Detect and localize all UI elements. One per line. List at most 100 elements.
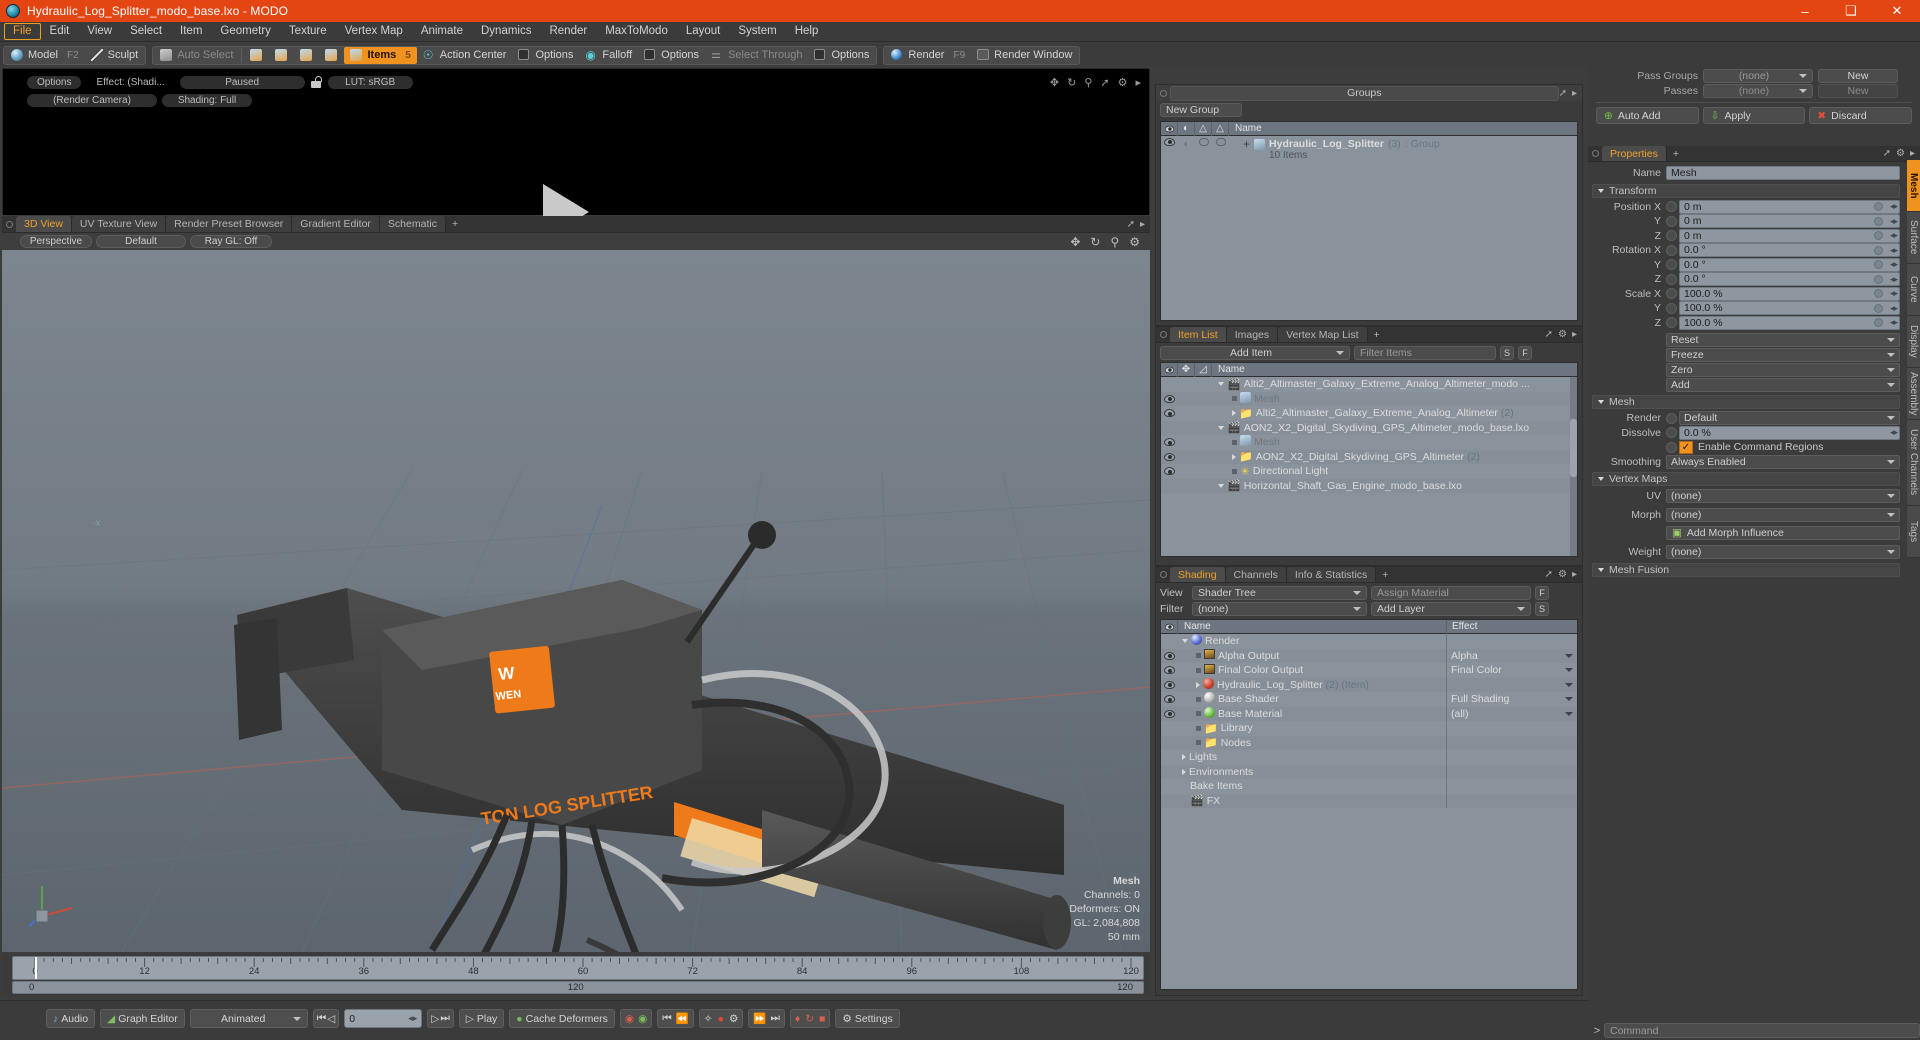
chevron-down-icon[interactable] [1218, 382, 1224, 387]
tab-info-statistics[interactable]: Info & Statistics [1286, 567, 1377, 582]
add-morph-influence-button[interactable]: ▣ Add Morph Influence [1666, 526, 1900, 541]
menu-layout[interactable]: Layout [677, 23, 730, 40]
row-visibility-toggle[interactable] [1161, 680, 1178, 689]
menu-view[interactable]: View [78, 23, 121, 40]
add-tab-button[interactable]: + [1376, 567, 1394, 582]
spinner-icon[interactable]: ◂▸ [1890, 274, 1898, 285]
toolbar-polygon-button[interactable] [294, 47, 319, 64]
tab-uv-texture-view[interactable]: UV Texture View [71, 216, 167, 232]
chevron-down-icon[interactable] [1565, 653, 1573, 658]
step-forward-icon[interactable]: ▷ [431, 1013, 439, 1025]
row-visibility-toggle[interactable] [1161, 695, 1178, 704]
transform-input[interactable]: 0 m ◂▸ [1679, 199, 1900, 214]
viewport-zoom-icon[interactable]: ⚲ [1110, 235, 1119, 249]
preview-shading-button[interactable]: Shading: Full [162, 94, 252, 107]
pan-icon[interactable]: ✥ [1050, 76, 1059, 89]
item-list-tree[interactable]: ✥ ◿ Name 🎬 Alti2_Altimaster_Galaxy_Extrem… [1160, 362, 1578, 557]
menu-render[interactable]: Render [540, 23, 596, 40]
row-visibility-toggle[interactable] [1161, 651, 1178, 660]
viewport-rotate-icon[interactable]: ↻ [1090, 235, 1100, 249]
add-item-dropdown[interactable]: Add Item [1160, 346, 1350, 360]
key-group-3[interactable]: ✧ ● ⚙ [698, 1009, 744, 1028]
shading-s-button[interactable]: S [1535, 602, 1549, 616]
item-list-row[interactable]: 🎬 Horizontal_Shaft_Gas_Engine_modo_base.l… [1161, 478, 1577, 493]
menu-texture[interactable]: Texture [280, 23, 336, 40]
toolbar-options-button[interactable]: Options [512, 47, 579, 64]
menu-maxtomodo[interactable]: MaxToModo [596, 23, 677, 40]
effect-cell[interactable]: Final Color [1446, 663, 1577, 678]
channel-dot[interactable] [1666, 244, 1677, 256]
toolbar-auto-select-button[interactable]: Auto Select [154, 47, 239, 64]
transform-input[interactable]: 0 m ◂▸ [1679, 214, 1900, 229]
side-tab-mesh[interactable]: Mesh [1907, 160, 1920, 212]
tab-schematic[interactable]: Schematic [379, 216, 446, 232]
effect-cell[interactable] [1446, 764, 1577, 779]
shader-tree-dropdown[interactable]: Shader Tree [1192, 586, 1367, 600]
assign-material-input[interactable]: Assign Material [1371, 586, 1531, 600]
effect-cell[interactable] [1446, 793, 1577, 808]
spinner-icon[interactable]: ◂▸ [1890, 230, 1898, 241]
shader-tree-row[interactable]: Render [1161, 634, 1577, 649]
add-dropdown[interactable]: Add [1666, 378, 1900, 392]
spinner-icon[interactable]: ◂▸ [1890, 427, 1898, 438]
side-tab-curve[interactable]: Curve [1907, 264, 1920, 316]
row-select-toggle[interactable] [1212, 138, 1229, 146]
dissolve-channel-dot[interactable] [1666, 427, 1677, 439]
item-list-row[interactable]: Mesh [1161, 391, 1577, 406]
tab-images[interactable]: Images [1226, 327, 1279, 342]
channel-dot[interactable] [1666, 230, 1677, 242]
channel-link-dot[interactable] [1874, 289, 1883, 299]
zoom-icon[interactable]: ⚲ [1084, 76, 1092, 89]
minimize-button[interactable]: – [1782, 0, 1828, 22]
audio-button[interactable]: ♪ Audio [46, 1009, 96, 1028]
name-input[interactable]: Mesh [1666, 166, 1900, 181]
key-filter-icon[interactable]: ⚙ [729, 1013, 738, 1025]
chevron-right-icon[interactable] [1182, 754, 1186, 761]
key-red-icon[interactable]: ◉ [625, 1013, 634, 1025]
effect-cell[interactable] [1446, 735, 1577, 750]
maximize-panel-icon[interactable]: ➚ [1545, 329, 1553, 340]
effect-cell[interactable] [1446, 750, 1577, 765]
row-visibility-toggle[interactable] [1161, 452, 1178, 461]
shading-f-button[interactable]: F [1535, 586, 1549, 600]
side-tab-user-channels[interactable]: User Channels [1907, 420, 1920, 506]
add-tab-button[interactable]: + [446, 216, 464, 232]
toolbar-model-button[interactable]: Model F2 [5, 47, 85, 64]
axis-gizmo[interactable] [24, 874, 84, 934]
transform-input[interactable]: 100.0 % ◂▸ [1679, 286, 1900, 301]
expander-icon[interactable]: + [1243, 138, 1250, 150]
transform-input[interactable]: 100.0 % ◂▸ [1679, 301, 1900, 316]
graph-editor-button[interactable]: ◢ Graph Editor [100, 1009, 185, 1028]
item-list-f-button[interactable]: F [1518, 346, 1532, 360]
maximize-panel-icon[interactable]: ➚ [1100, 76, 1109, 89]
groups-row[interactable]: ◐ + Hydraulic_Log_Splitter (3): Group 10 Ite… [1161, 136, 1577, 162]
channel-link-dot[interactable] [1874, 274, 1883, 284]
shader-tree-row[interactable]: 🎬 FX [1161, 793, 1577, 808]
viewport-gear-icon[interactable]: ⚙ [1129, 235, 1140, 249]
item-list-row[interactable]: ☀ Directional Light [1161, 464, 1577, 479]
transport-nav-group2[interactable]: ▷ ⏭ [427, 1009, 454, 1028]
toolbar-options-button[interactable]: Options [638, 47, 705, 64]
effect-cell[interactable]: Alpha [1446, 648, 1577, 663]
side-tab-assembly[interactable]: Assembly [1907, 368, 1920, 420]
command-input[interactable]: Command [1604, 1023, 1920, 1038]
toolbar-render-window-button[interactable]: Render Window [971, 47, 1078, 64]
menu-animate[interactable]: Animate [412, 23, 472, 40]
toolbar-items-button[interactable]: Items 5 [344, 46, 417, 64]
morph-dropdown[interactable]: (none) [1666, 507, 1900, 522]
key-green-icon[interactable]: ◉ [638, 1013, 647, 1025]
spinner-icon[interactable]: ◂▸ [1890, 317, 1898, 328]
record-icon[interactable]: ● [718, 1013, 724, 1025]
channel-dot[interactable] [1666, 288, 1677, 300]
transform-section-header[interactable]: Transform [1592, 183, 1900, 198]
rotate-icon[interactable]: ↻ [1067, 76, 1076, 89]
side-tab-display[interactable]: Display [1907, 316, 1920, 368]
shader-tree-row[interactable]: Final Color Output Final Color [1161, 663, 1577, 678]
tab-3d-view[interactable]: 3D View [16, 216, 72, 232]
tab-shading[interactable]: Shading [1170, 567, 1226, 582]
effect-cell[interactable] [1446, 677, 1577, 692]
item-list-row[interactable]: 📁 Alti2_Altimaster_Galaxy_Extreme_Analog_… [1161, 406, 1577, 421]
key-group-2[interactable]: ⏮ ⏪ [657, 1009, 694, 1028]
new-group-button[interactable]: New Group [1160, 103, 1242, 117]
chevron-right-icon[interactable] [1182, 768, 1186, 775]
